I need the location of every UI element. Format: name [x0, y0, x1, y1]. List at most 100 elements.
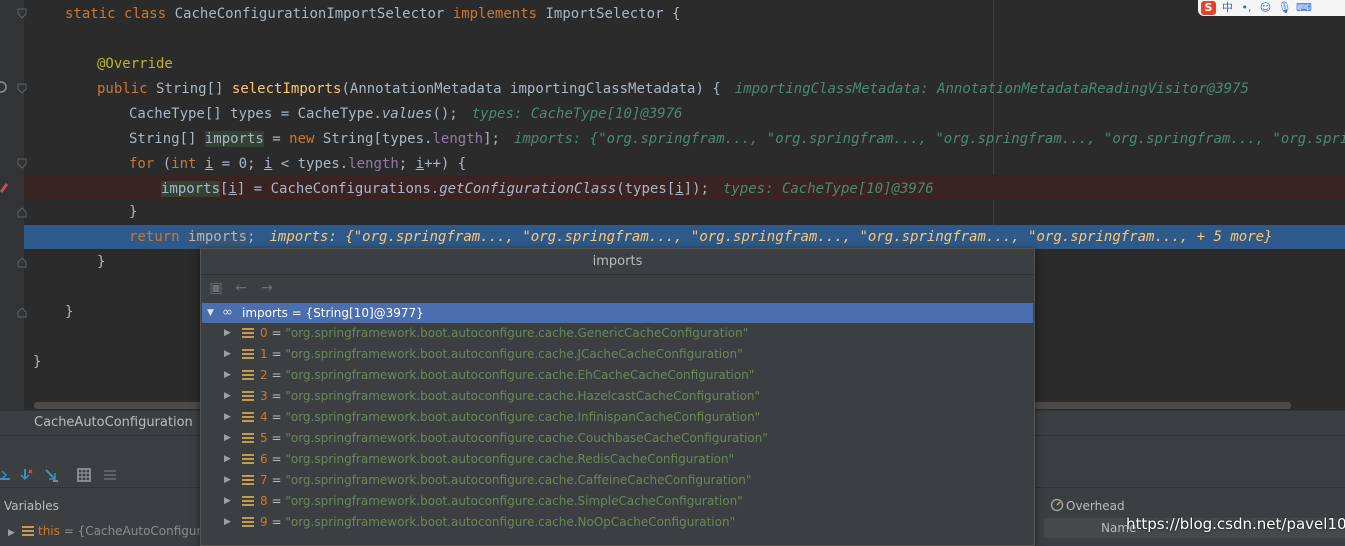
- expand-arrow-icon[interactable]: ▶: [224, 386, 231, 407]
- list-item[interactable]: ▶ 8 = "org.springframework.boot.autoconfi…: [202, 491, 1033, 512]
- evaluate-expression-icon[interactable]: [76, 467, 92, 483]
- collapse-arrow-icon[interactable]: ▼: [207, 303, 214, 323]
- inline-debug-value[interactable]: imports: {"org.springfram..., "org.sprin…: [255, 229, 1272, 245]
- string-value: "org.springframework.boot.autoconfigure.…: [285, 326, 749, 340]
- code-line-annotation[interactable]: @Override: [97, 52, 173, 77]
- inspect-popup[interactable]: imports ▣ ← → ▼ ∞ imports = {String[10]@…: [200, 248, 1035, 546]
- fold-marker-icon[interactable]: [17, 158, 27, 170]
- breakpoint-icon[interactable]: [0, 177, 10, 197]
- field-icon: [242, 433, 254, 444]
- tree-items: ▶ 0 = "org.springframework.boot.autoconfi…: [202, 323, 1033, 533]
- override-method-icon[interactable]: [0, 80, 10, 94]
- inline-debug-value[interactable]: importingClassMetadata: AnnotationMetada…: [721, 81, 1249, 97]
- expand-arrow-icon[interactable]: ▶: [224, 491, 231, 512]
- microphone-icon[interactable]: 🎙: [1277, 1, 1292, 15]
- step-over-icon[interactable]: [0, 467, 12, 483]
- equals-sign: =: [267, 515, 286, 529]
- variable-row-this[interactable]: ▶ this = {CacheAutoConfigura: [0, 521, 200, 541]
- ime-logo-icon[interactable]: S: [1201, 1, 1216, 15]
- table-row[interactable]: [1044, 539, 1345, 546]
- editor-gutter[interactable]: [0, 0, 24, 410]
- expand-arrow-icon[interactable]: ▶: [224, 512, 231, 533]
- code-line-close-brace[interactable]: }: [97, 250, 105, 275]
- ime-toolbar[interactable]: S 中 •, ☺ 🎙 ⌨: [1198, 0, 1345, 16]
- inline-debug-value[interactable]: types: CacheType[10]@3976: [709, 181, 934, 197]
- back-arrow-icon[interactable]: ←: [233, 280, 249, 296]
- code-line-return[interactable]: return imports; imports: {"org.springfram…: [129, 225, 1273, 249]
- keyword: int: [171, 156, 197, 172]
- array-index: 1: [260, 347, 268, 361]
- add-to-watches-icon[interactable]: ▣: [208, 280, 224, 296]
- code-text: ++) {: [424, 156, 467, 172]
- list-item[interactable]: ▶ 9 = "org.springframework.boot.autoconfi…: [202, 512, 1033, 533]
- field-icon: [242, 475, 254, 486]
- inline-debug-value[interactable]: imports: {"org.springfram..., "org.sprin…: [500, 131, 1345, 147]
- code-line-assignment[interactable]: imports[i] = CacheConfigurations.getConf…: [161, 177, 934, 202]
- expand-arrow-icon[interactable]: ▶: [224, 323, 231, 344]
- code-text: CacheType[] types = CacheType.: [129, 106, 382, 122]
- overhead-label: Overhead: [1066, 499, 1125, 513]
- list-item[interactable]: ▶ 5 = "org.springframework.boot.autoconfi…: [202, 428, 1033, 449]
- trace-stream-icon[interactable]: [102, 467, 118, 483]
- expand-arrow-icon[interactable]: ▶: [224, 407, 231, 428]
- code-text: ;: [398, 156, 416, 172]
- keyboard-icon[interactable]: ⌨: [1296, 1, 1312, 15]
- fold-end-icon[interactable]: [17, 206, 27, 218]
- popup-title[interactable]: imports: [201, 249, 1034, 275]
- code-line-close-brace[interactable]: }: [33, 350, 41, 375]
- ime-punctuation-toggle[interactable]: •,: [1239, 1, 1254, 15]
- code-line-imports-decl[interactable]: String[] imports = new String[types.leng…: [129, 127, 1345, 152]
- string-value: "org.springframework.boot.autoconfigure.…: [285, 347, 743, 361]
- list-item[interactable]: ▶ 0 = "org.springframework.boot.autoconfi…: [202, 323, 1033, 344]
- fold-end-icon[interactable]: [17, 306, 27, 318]
- code-line-method-signature[interactable]: public String[] selectImports(Annotation…: [97, 77, 1249, 102]
- expand-arrow-icon[interactable]: ▶: [224, 449, 231, 470]
- expand-arrow-icon[interactable]: ▶: [224, 365, 231, 386]
- field-icon: [242, 454, 254, 465]
- brace: }: [33, 354, 42, 370]
- list-item[interactable]: ▶ 1 = "org.springframework.boot.autoconfi…: [202, 344, 1033, 365]
- tree-root-row[interactable]: ▼ ∞ imports = {String[10]@3977}: [202, 303, 1033, 323]
- code-line-close-brace[interactable]: }: [65, 300, 73, 325]
- popup-toolbar: ▣ ← →: [201, 275, 1034, 301]
- code-text: = 0;: [213, 156, 264, 172]
- forward-arrow-icon[interactable]: →: [259, 280, 275, 296]
- string-value: "org.springframework.boot.autoconfigure.…: [285, 473, 752, 487]
- code-line-class-declaration[interactable]: static class CacheConfigurationImportSel…: [65, 2, 680, 27]
- list-item[interactable]: ▶ 6 = "org.springframework.boot.autoconfi…: [202, 449, 1033, 470]
- brace: {: [671, 6, 681, 22]
- step-into-icon[interactable]: [17, 467, 33, 483]
- array-index: 4: [260, 410, 268, 424]
- list-item[interactable]: ▶ 4 = "org.springframework.boot.autoconfi…: [202, 407, 1033, 428]
- code-line-types[interactable]: CacheType[] types = CacheType.values(); t…: [129, 102, 682, 127]
- force-step-into-icon[interactable]: [43, 467, 59, 483]
- inline-debug-value[interactable]: types: CacheType[10]@3976: [458, 106, 683, 122]
- overhead-tab[interactable]: Overhead: [1034, 495, 1345, 517]
- fold-marker-icon[interactable]: [17, 8, 27, 20]
- expand-arrow-icon[interactable]: ▶: [224, 344, 231, 365]
- keyword: public: [97, 81, 148, 97]
- value-tree[interactable]: ▼ ∞ imports = {String[10]@3977} ▶ 0 = "or…: [202, 303, 1033, 533]
- list-item[interactable]: ▶ 2 = "org.springframework.boot.autoconfi…: [202, 365, 1033, 386]
- fold-end-icon[interactable]: [17, 256, 27, 268]
- emoji-icon[interactable]: ☺: [1258, 1, 1273, 15]
- ime-language-toggle[interactable]: 中: [1220, 1, 1235, 15]
- code-line-close-brace[interactable]: }: [129, 200, 137, 225]
- expand-arrow-icon[interactable]: ▶: [224, 428, 231, 449]
- parameters: (AnnotationMetadata importingClassMetada…: [341, 81, 721, 97]
- code-line-for-loop[interactable]: for (int i = 0; i < types.length; i++) {: [129, 152, 466, 177]
- equals-sign: =: [267, 452, 286, 466]
- list-item[interactable]: ▶ 3 = "org.springframework.boot.autoconfi…: [202, 386, 1033, 407]
- string-value: "org.springframework.boot.autoconfigure.…: [285, 515, 736, 529]
- expand-arrow-icon[interactable]: ▶: [224, 470, 231, 491]
- breadcrumb-item[interactable]: CacheAutoConfiguration: [34, 415, 193, 430]
- fold-marker-icon[interactable]: [17, 83, 27, 95]
- code-text: ]);: [683, 181, 709, 197]
- expand-arrow-icon[interactable]: ▶: [8, 523, 16, 541]
- list-item[interactable]: ▶ 7 = "org.springframework.boot.autoconfi…: [202, 470, 1033, 491]
- keyword: for: [129, 156, 155, 172]
- code-text: ] = CacheConfigurations.: [236, 181, 440, 197]
- string-value: "org.springframework.boot.autoconfigure.…: [285, 494, 743, 508]
- field-icon: [242, 328, 254, 339]
- equals-sign: =: [267, 368, 286, 382]
